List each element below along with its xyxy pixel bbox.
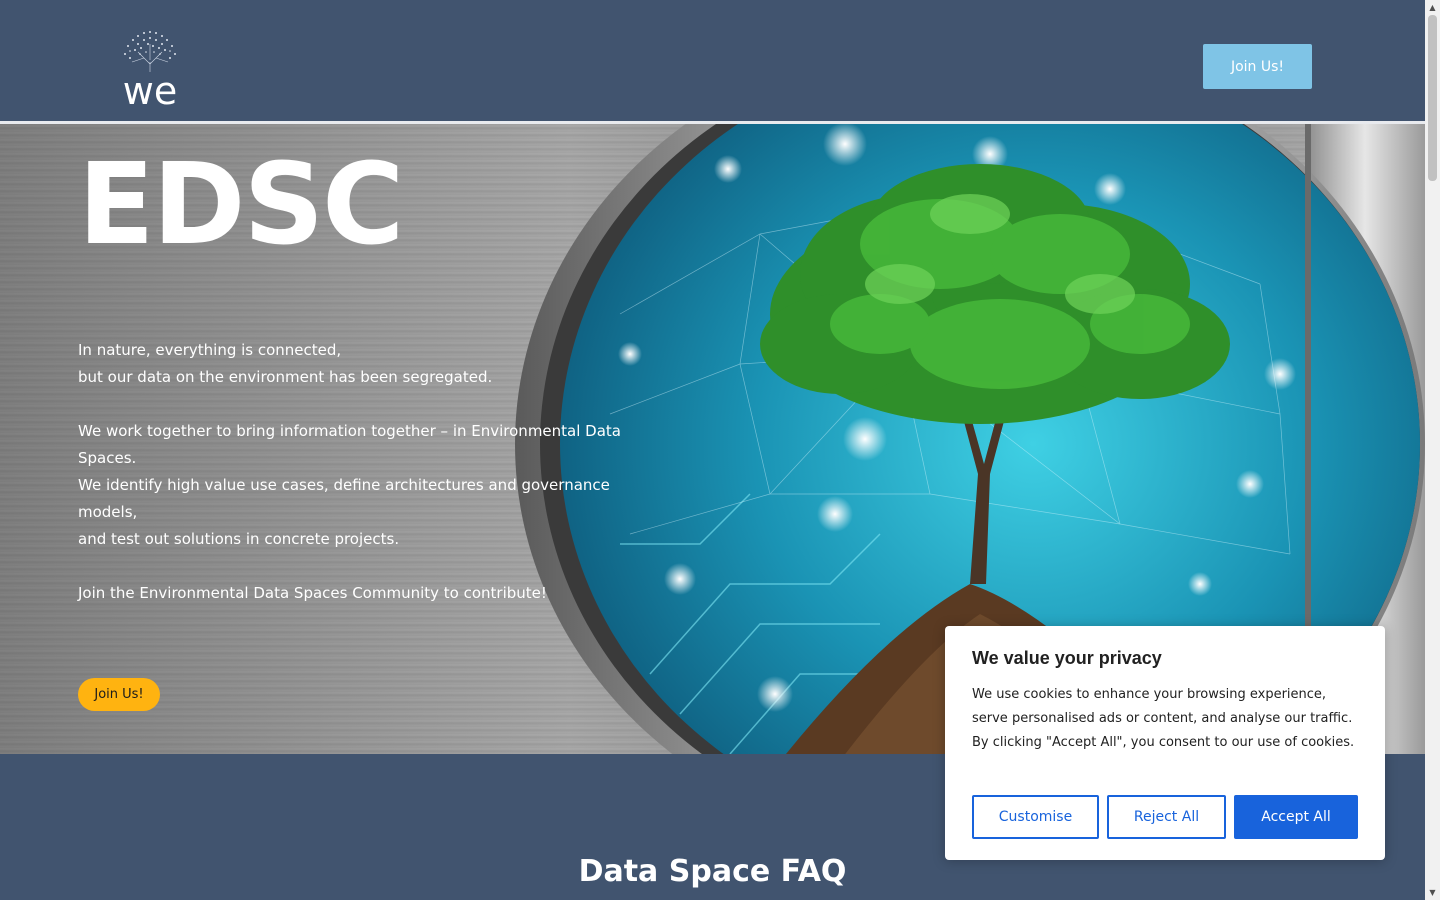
hero-title: EDSC	[78, 140, 404, 270]
header-join-button[interactable]: Join Us!	[1203, 44, 1312, 89]
hero-spacer	[78, 553, 668, 580]
hero-line-1: In nature, everything is connected,	[78, 341, 342, 359]
hero-spacer	[78, 391, 668, 418]
hero-line-4: We identify high value use cases, define…	[78, 476, 610, 521]
hero-intro: In nature, everything is connected, but …	[78, 337, 668, 607]
hero-line-6: Join the Environmental Data Spaces Commu…	[78, 584, 547, 602]
hero-line-2: but our data on the environment has been…	[78, 368, 493, 386]
scroll-down-arrow-icon[interactable]: ▼	[1425, 885, 1440, 900]
scrollbar-thumb[interactable]	[1428, 15, 1437, 181]
page-scrollbar[interactable]: ▲ ▼	[1425, 0, 1440, 900]
cookie-title: We value your privacy	[972, 648, 1162, 668]
cookie-consent-dialog: We value your privacy We use cookies to …	[945, 626, 1385, 860]
svg-text:we: we	[123, 69, 177, 108]
reject-all-button[interactable]: Reject All	[1107, 795, 1226, 839]
accept-all-button[interactable]: Accept All	[1234, 795, 1358, 839]
hero-line-5: and test out solutions in concrete proje…	[78, 530, 400, 548]
customise-button[interactable]: Customise	[972, 795, 1099, 839]
cookie-description: We use cookies to enhance your browsing …	[972, 687, 1355, 750]
site-header: we Join Us!	[0, 0, 1425, 122]
hero-line-3: We work together to bring information to…	[78, 422, 621, 467]
we-logo[interactable]: we	[108, 24, 192, 108]
scroll-up-arrow-icon[interactable]: ▲	[1425, 0, 1440, 15]
hero-join-button[interactable]: Join Us!	[78, 678, 160, 711]
